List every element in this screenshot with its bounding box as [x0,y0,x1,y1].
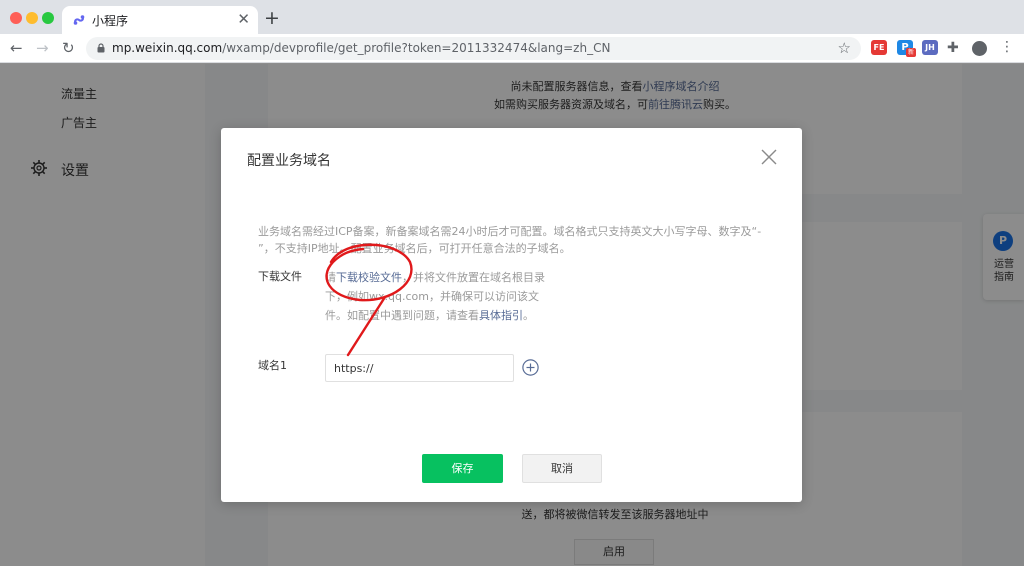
extensions-puzzle-icon[interactable]: ✚ [947,39,959,57]
back-arrow-icon[interactable]: ← [10,39,23,57]
bookmark-star-icon[interactable]: ☆ [838,39,851,57]
extension-p-badge: 新 [906,48,916,57]
cancel-button[interactable]: 取消 [522,454,602,483]
window-minimize-button[interactable] [26,12,38,24]
browser-tab-strip: 小程序 ✕ + [0,0,1024,34]
window-zoom-button[interactable] [42,12,54,24]
window-close-button[interactable] [10,12,22,24]
domain-hint-text: 业务域名需经过ICP备案，新备案域名需24小时后才可配置。域名格式只支持英文大小… [258,225,762,255]
domain1-label: 域名1 [258,359,287,372]
download-instructions: 请下载校验文件，并将文件放置在域名根目录下，例如wx.qq.com，并确保可以访… [325,271,545,322]
dialog-title: 配置业务域名 [247,153,331,169]
add-domain-plus-icon[interactable] [522,359,539,376]
miniprogram-favicon-icon [73,15,85,25]
profile-avatar-icon[interactable] [972,41,987,56]
reload-icon[interactable]: ↻ [62,39,75,57]
tab-title: 小程序 [92,14,129,28]
address-bar[interactable]: mp.weixin.qq.com/wxamp/devprofile/get_pr… [86,37,861,60]
close-icon[interactable] [760,148,778,166]
domain1-input[interactable] [325,354,514,382]
tab-close-icon[interactable]: ✕ [237,10,250,28]
detailed-guide-link[interactable]: 具体指引 [479,309,523,322]
download-verification-file-link[interactable]: 下载校验文件 [336,271,402,284]
lock-icon [97,43,105,53]
forward-arrow-icon[interactable]: → [36,39,49,57]
new-tab-button[interactable]: + [264,8,280,28]
browser-menu-icon[interactable]: ⋮ [1000,38,1014,56]
configure-business-domain-dialog: 配置业务域名 业务域名需经过ICP备案，新备案域名需24小时后才可配置。域名格式… [221,128,802,502]
browser-toolbar: ← → ↻ mp.weixin.qq.com/wxamp/devprofile/… [0,34,1024,63]
extension-jh-icon[interactable]: JH [922,40,938,55]
save-button[interactable]: 保存 [422,454,503,483]
download-file-label: 下载文件 [258,270,302,283]
browser-tab[interactable]: 小程序 ✕ [62,6,258,34]
extension-fe-icon[interactable]: FE [871,40,887,55]
url-text: mp.weixin.qq.com/wxamp/devprofile/get_pr… [112,41,611,55]
